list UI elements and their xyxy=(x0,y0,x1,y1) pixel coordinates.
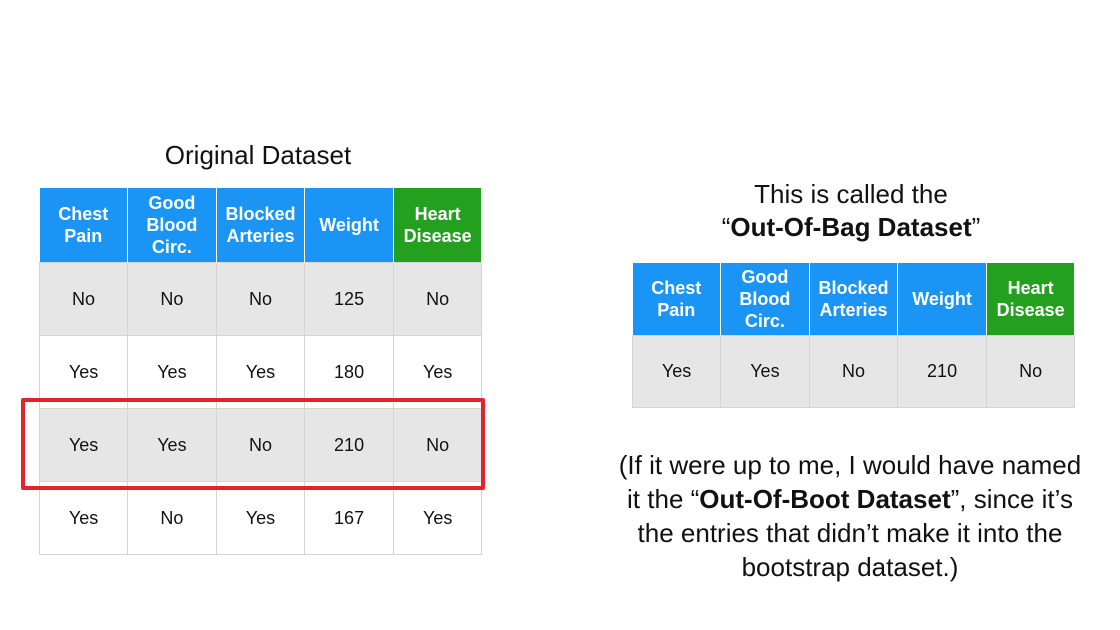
header-blocked-arteries: Blocked Arteries xyxy=(809,263,899,336)
table-cell: No xyxy=(985,335,1076,408)
oob-title-line1: This is called the xyxy=(754,179,948,209)
table-cell: No xyxy=(392,262,483,336)
table-row: Yes Yes No 210 No xyxy=(631,335,1076,408)
note-line-4: bootstrap dataset.) xyxy=(741,552,959,582)
table-cell: Yes xyxy=(215,481,306,555)
header-heart-disease: Heart Disease xyxy=(986,263,1076,336)
table-cell: 210 xyxy=(897,335,987,408)
header-heart-disease: Heart Disease xyxy=(393,188,483,263)
table-cell: Yes xyxy=(38,481,129,555)
table-header-row: Chest Pain Good Blood Circ. Blocked Arte… xyxy=(39,188,483,263)
table-header-row: Chest Pain Good Blood Circ. Blocked Arte… xyxy=(632,263,1076,336)
note-line-2-bold: Out-Of-Boot Dataset xyxy=(699,484,951,514)
header-good-blood-circ: Good Blood Circ. xyxy=(720,263,810,336)
table-cell: No xyxy=(808,335,899,408)
table-row: Yes No Yes 167 Yes xyxy=(38,481,483,555)
oob-title-bold: Out-Of-Bag Dataset xyxy=(730,212,972,242)
note-line-1: (If it were up to me, I would have named xyxy=(618,450,1082,480)
table-cell: Yes xyxy=(720,335,810,408)
oob-row-highlight-box xyxy=(21,398,485,490)
out-of-boot-note: (If it were up to me, I would have named… xyxy=(585,448,1115,584)
header-weight: Weight xyxy=(897,263,987,336)
table-row: No No No 125 No xyxy=(38,262,483,336)
table-cell: No xyxy=(38,262,129,336)
header-chest-pain: Chest Pain xyxy=(39,188,129,263)
header-good-blood-circ: Good Blood Circ. xyxy=(127,188,217,263)
original-dataset-title: Original Dataset xyxy=(164,140,352,170)
oob-title-line2: “Out-Of-Bag Dataset” xyxy=(632,211,1070,244)
table-cell: No xyxy=(127,262,217,336)
original-dataset-table: Chest Pain Good Blood Circ. Blocked Arte… xyxy=(38,188,483,555)
note-line-3: the entries that didn’t make it into the xyxy=(637,518,1063,548)
table-cell: No xyxy=(215,262,306,336)
header-chest-pain: Chest Pain xyxy=(632,263,722,336)
oob-dataset-table: Chest Pain Good Blood Circ. Blocked Arte… xyxy=(631,263,1076,408)
oob-dataset-title: This is called the “Out-Of-Bag Dataset” xyxy=(632,178,1070,244)
table-cell: Yes xyxy=(392,481,483,555)
note-line-2-prefix: it the “ xyxy=(627,484,700,514)
table-cell: Yes xyxy=(631,335,722,408)
table-cell: 125 xyxy=(304,262,394,336)
note-line-2-suffix: ”, since it’s xyxy=(950,484,1073,514)
header-weight: Weight xyxy=(304,188,394,263)
note-line-2: it the “Out-Of-Boot Dataset”, since it’s xyxy=(585,482,1115,516)
table-cell: 167 xyxy=(304,481,394,555)
header-blocked-arteries: Blocked Arteries xyxy=(216,188,306,263)
oob-title-close-quote: ” xyxy=(971,212,981,242)
table-cell: No xyxy=(127,481,217,555)
